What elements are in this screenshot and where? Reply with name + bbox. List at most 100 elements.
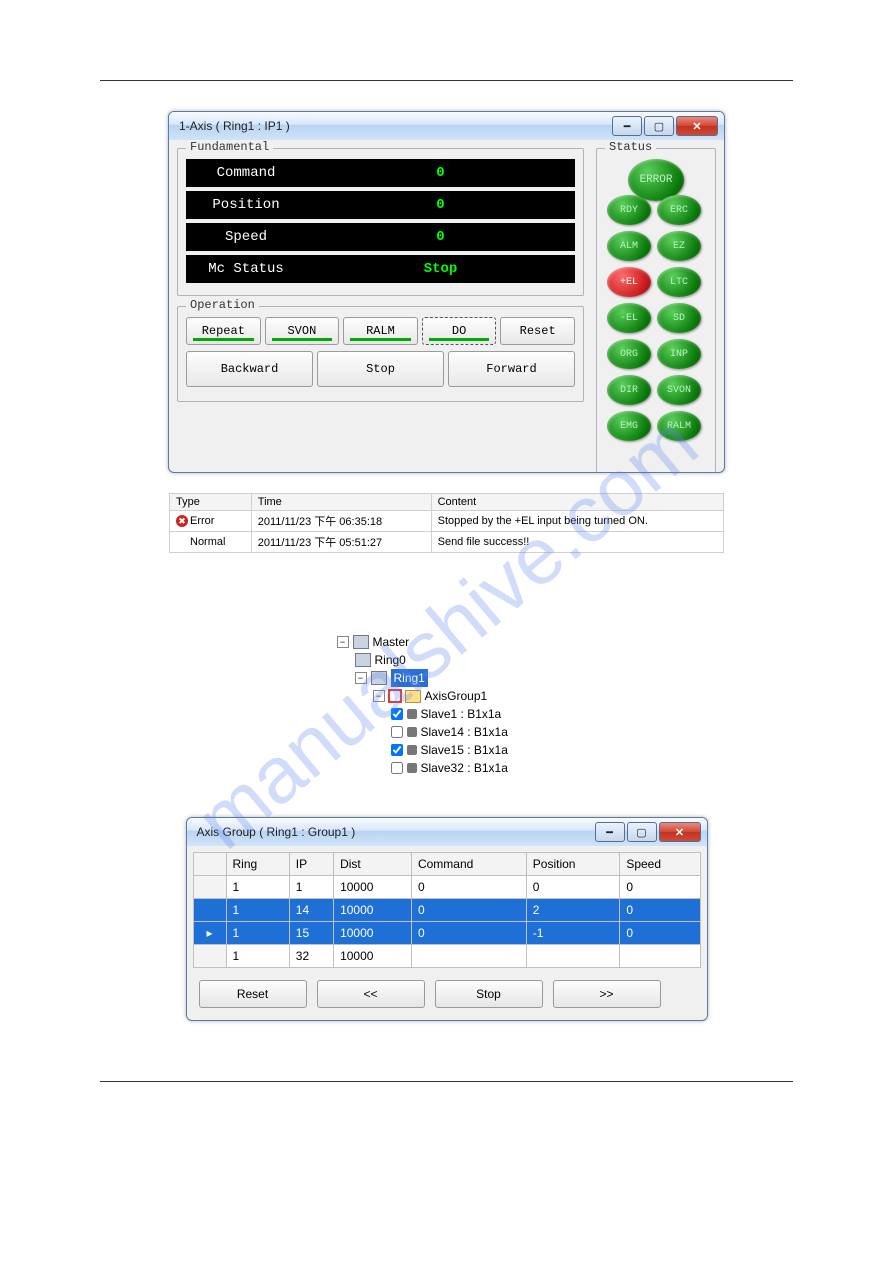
grid-cell-ring[interactable]: 1 — [226, 899, 289, 922]
grid-cell-speed[interactable]: 0 — [620, 922, 700, 945]
grid-cell-ip[interactable]: 14 — [289, 899, 333, 922]
reset-button[interactable]: Reset — [500, 317, 575, 345]
position-label: Position — [186, 197, 306, 213]
status-legend: Status — [605, 140, 656, 154]
maximize-button[interactable]: ▢ — [644, 116, 674, 136]
grid-cell-ip[interactable]: 1 — [289, 876, 333, 899]
grid-cell-command[interactable]: 0 — [411, 922, 526, 945]
grid-cell-ring[interactable]: 1 — [226, 922, 289, 945]
log-col-content: Content — [431, 494, 723, 511]
command-value: 0 — [306, 165, 575, 181]
grid-cell-position[interactable]: 2 — [526, 899, 620, 922]
grid-row-header[interactable]: ▸ — [193, 922, 226, 945]
maximize-button[interactable]: ▢ — [627, 822, 657, 842]
grid-cell-command[interactable]: 0 — [411, 899, 526, 922]
log-col-time: Time — [251, 494, 431, 511]
grid-col-ring[interactable]: Ring — [226, 853, 289, 876]
slave-checkbox[interactable] — [391, 708, 403, 720]
grid-row[interactable]: 1110000000 — [193, 876, 700, 899]
info-icon: i — [176, 536, 188, 548]
log-time-cell: 2011/11/23 下午 06:35:18 — [251, 511, 431, 532]
grid-col-dist[interactable]: Dist — [334, 853, 412, 876]
operation-group: Operation Repeat SVON RALM DO Reset Back… — [177, 306, 584, 402]
tree-node-ring1[interactable]: − Ring1 — [337, 669, 557, 687]
grid-cell-position[interactable]: -1 — [526, 922, 620, 945]
sd-led: SD — [657, 303, 701, 333]
grid-row-header[interactable] — [193, 876, 226, 899]
axis-group-titlebar[interactable]: Axis Group ( Ring1 : Group1 ) ━ ▢ ✕ — [187, 818, 707, 846]
log-row[interactable]: iNormal2011/11/23 下午 05:51:27Send file s… — [170, 532, 724, 553]
slave-checkbox[interactable] — [391, 744, 403, 756]
slave-checkbox[interactable] — [391, 762, 403, 774]
group-reset-button[interactable]: Reset — [199, 980, 307, 1008]
group-back-button[interactable]: << — [317, 980, 425, 1008]
forward-button[interactable]: Forward — [448, 351, 575, 387]
grid-cell-speed[interactable] — [620, 945, 700, 968]
slave-icon — [407, 763, 417, 773]
alm-led: ALM — [607, 231, 651, 261]
backward-button[interactable]: Backward — [186, 351, 313, 387]
axis-window-title: 1-Axis ( Ring1 : IP1 ) — [179, 119, 290, 133]
grid-cell-dist[interactable]: 10000 — [334, 945, 412, 968]
grid-cell-position[interactable] — [526, 945, 620, 968]
tree-node-ring0[interactable]: Ring0 — [337, 651, 557, 669]
grid-cell-ip[interactable]: 15 — [289, 922, 333, 945]
grid-cell-dist[interactable]: 10000 — [334, 876, 412, 899]
minimize-button[interactable]: ━ — [612, 116, 642, 136]
tree-node-slave[interactable]: Slave32 : B1x1a — [337, 759, 557, 777]
grid-row[interactable]: 13210000 — [193, 945, 700, 968]
axis-group-grid[interactable]: Ring IP Dist Command Position Speed 1110… — [193, 852, 701, 968]
repeat-button[interactable]: Repeat — [186, 317, 261, 345]
grid-cell-dist[interactable]: 10000 — [334, 922, 412, 945]
grid-col-ip[interactable]: IP — [289, 853, 333, 876]
minimize-button[interactable]: ━ — [595, 822, 625, 842]
axis-window-titlebar[interactable]: 1-Axis ( Ring1 : IP1 ) ━ ▢ ✕ — [169, 112, 724, 140]
grid-cell-command[interactable] — [411, 945, 526, 968]
stop-button[interactable]: Stop — [317, 351, 444, 387]
inp-led: INP — [657, 339, 701, 369]
grid-col-command[interactable]: Command — [411, 853, 526, 876]
grid-cell-position[interactable]: 0 — [526, 876, 620, 899]
collapse-icon[interactable]: − — [337, 636, 349, 648]
tree-node-slave[interactable]: Slave14 : B1x1a — [337, 723, 557, 741]
mel-led: -EL — [607, 303, 651, 333]
close-button[interactable]: ✕ — [676, 116, 718, 136]
log-row[interactable]: ✖Error2011/11/23 下午 06:35:18Stopped by t… — [170, 511, 724, 532]
grid-row[interactable]: 11410000020 — [193, 899, 700, 922]
collapse-icon[interactable]: − — [355, 672, 367, 684]
dir-led: DIR — [607, 375, 651, 405]
rdy-led: RDY — [607, 195, 651, 225]
page-container: 1-Axis ( Ring1 : IP1 ) ━ ▢ ✕ Fundamental… — [0, 0, 893, 1122]
group-fwd-button[interactable]: >> — [553, 980, 661, 1008]
grid-row[interactable]: ▸115100000-10 — [193, 922, 700, 945]
grid-cell-command[interactable]: 0 — [411, 876, 526, 899]
grid-cell-ring[interactable]: 1 — [226, 945, 289, 968]
do-button[interactable]: DO — [422, 317, 497, 345]
tree-node-slave[interactable]: Slave15 : B1x1a — [337, 741, 557, 759]
grid-col-speed[interactable]: Speed — [620, 853, 700, 876]
grid-col-position[interactable]: Position — [526, 853, 620, 876]
ralm-button[interactable]: RALM — [343, 317, 418, 345]
tree-node-slave[interactable]: Slave1 : B1x1a — [337, 705, 557, 723]
grid-corner — [193, 853, 226, 876]
close-button[interactable]: ✕ — [659, 822, 701, 842]
grid-cell-dist[interactable]: 10000 — [334, 899, 412, 922]
tree-node-master[interactable]: − Master — [337, 633, 557, 651]
tree-node-axisgroup1[interactable]: − AxisGroup1 — [337, 687, 557, 705]
slave-checkbox[interactable] — [391, 726, 403, 738]
axis-window: 1-Axis ( Ring1 : IP1 ) ━ ▢ ✕ Fundamental… — [168, 111, 725, 473]
grid-cell-speed[interactable]: 0 — [620, 876, 700, 899]
axis-group-window: Axis Group ( Ring1 : Group1 ) ━ ▢ ✕ Ring… — [186, 817, 708, 1021]
device-tree[interactable]: − Master Ring0 − Ring1 − AxisGroup1 Slav… — [337, 633, 557, 777]
tree-label-master: Master — [373, 633, 410, 651]
collapse-icon[interactable]: − — [373, 690, 385, 702]
grid-cell-speed[interactable]: 0 — [620, 899, 700, 922]
svon-button[interactable]: SVON — [265, 317, 340, 345]
grid-cell-ip[interactable]: 32 — [289, 945, 333, 968]
grid-row-header[interactable] — [193, 899, 226, 922]
grid-row-header[interactable] — [193, 945, 226, 968]
speed-value: 0 — [306, 229, 575, 245]
group-stop-button[interactable]: Stop — [435, 980, 543, 1008]
grid-cell-ring[interactable]: 1 — [226, 876, 289, 899]
axisgroup-checkbox[interactable] — [389, 690, 401, 702]
